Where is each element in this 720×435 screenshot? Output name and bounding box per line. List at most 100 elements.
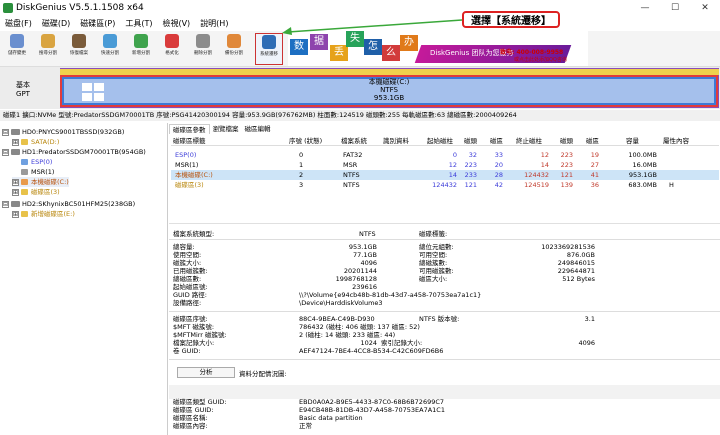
callout-label: 選擇【系統遷移】 [462, 11, 560, 28]
expand-icon[interactable]: ⊞ [12, 188, 19, 196]
detail-value: 1023369281536 [541, 243, 595, 251]
minimize-button[interactable]: — [630, 0, 660, 16]
disk-info-bar: 磁碟1 擴口:NVMe 型號:PredatorSSDGM70001TB 序號:P… [0, 110, 720, 121]
ntfs-version-label: NTFS 版本號: [419, 315, 460, 323]
expand-icon[interactable]: ⊞ [12, 178, 19, 186]
partition-guid-label: 磁碟區 GUID: [173, 406, 214, 414]
new-partition-icon [134, 34, 148, 48]
device-path-label: 設備路徑: [173, 299, 202, 307]
partition-attr-value: 正常 [299, 422, 312, 430]
table-row[interactable]: 磁碟區(3) 3 NTFS 124432 121 42 124519 139 3… [171, 180, 719, 190]
tree-disk-hd1[interactable]: ⊟ HD1:PredatorSSDGM70001TB(954GB) [2, 147, 146, 157]
menu-tools[interactable]: 工具(T) [120, 18, 157, 29]
type-guid-label: 磁碟區類型 GUID: [173, 398, 227, 406]
search-partition-button[interactable]: 搜尋分割 [34, 33, 62, 65]
collapse-icon[interactable]: ⊟ [2, 128, 9, 136]
partition-icon [21, 169, 28, 175]
menu-file[interactable]: 磁盘(F) [0, 18, 37, 29]
index-value: 4096 [578, 339, 595, 347]
frs-value: 1024 [360, 339, 377, 347]
system-migration-icon [262, 35, 276, 49]
partition-panel: 磁碟區參數 瀏覽檔案 磁區編輯 磁碟區標籤 序號 (狀態) 檔案系統 識別資料 … [169, 123, 720, 435]
expand-icon[interactable]: ⊞ [12, 210, 19, 218]
callout-arrow [282, 19, 463, 35]
tab-browse-files[interactable]: 瀏覽檔案 [210, 124, 242, 134]
partition-icon [21, 179, 28, 185]
banner-qq-link[interactable]: 或点击此处添加QQ咨询 [514, 56, 567, 63]
partition-name-label: 磁碟區名稱: [173, 414, 208, 422]
backup-partition-button[interactable]: 備份分割 [220, 33, 248, 65]
quick-partition-button[interactable]: 快速分割 [96, 33, 124, 65]
window-title: DiskGenius V5.5.1.1508 x64 [16, 3, 144, 13]
tree-disk-hd2[interactable]: ⊟ HD2:SKhynixBC501HFM25(238GB) [2, 199, 135, 209]
detail-label: 使用空間: [173, 251, 202, 259]
detail-value: 876.0GB [566, 251, 595, 259]
menu-disk[interactable]: 磁碟(D) [37, 18, 75, 29]
tab-bar: 磁碟區參數 瀏覽檔案 磁區編輯 [169, 124, 274, 134]
tree-partition-c[interactable]: ⊞ 本機磁碟(C:) [12, 177, 69, 187]
volume-label-label: 磁碟標籤: [419, 230, 448, 238]
new-partition-button[interactable]: 新增分割 [127, 33, 155, 65]
ad-banner[interactable]: 数 据 丢 失 怎 么 办 DiskGenius 团队为您服务 致电: 400-… [288, 31, 588, 66]
save-icon [10, 34, 24, 48]
partition-attr-label: 磁碟區內容: [173, 422, 208, 430]
mft-value: 786432 (磁柱: 406 磁頭: 137 磁區: 52) [299, 323, 420, 331]
expand-icon[interactable]: ⊞ [12, 138, 19, 146]
recover-file-button[interactable]: 恢復檔案 [65, 33, 93, 65]
partition-guid-value: E94CB48B-81DB-43D7-A458-70753EA7A1C1 [299, 406, 445, 414]
detail-label: 總容量: [173, 243, 195, 251]
delete-partition-button[interactable]: 刪除分割 [189, 33, 217, 65]
guid-path-label: GUID 路徑: [173, 291, 207, 299]
detail-label: 可用空間: [419, 251, 448, 259]
device-path-value: \Device\HarddiskVolume3 [299, 299, 383, 307]
table-row[interactable]: MSR(1) 1 MSR 12 223 20 14 223 27 16.0MB [171, 160, 719, 170]
backup-partition-icon [227, 34, 241, 48]
tree-partition-sata[interactable]: ⊞ SATA(D:) [12, 137, 59, 147]
ntfs-version-value: 3.1 [584, 315, 595, 323]
system-migration-button[interactable]: 系統遷移 [255, 33, 283, 65]
serial-label: 磁碟區序號: [173, 315, 208, 323]
save-changes-button[interactable]: 儲存變更 [3, 33, 31, 65]
tree-partition-e[interactable]: ⊞ 新增磁碟區(E:) [12, 209, 75, 219]
table-row[interactable]: ESP(0) 0 FAT32 0 32 33 12 223 19 100.0MB [171, 150, 719, 160]
disk-map: 基本 GPT 本機磁碟(C:) NTFS 953.1GB [0, 67, 720, 109]
banner-char: 怎 [364, 39, 382, 55]
detail-value: 77.1GB [353, 251, 377, 259]
tab-sector-edit[interactable]: 磁區編輯 [242, 124, 274, 134]
collapse-icon[interactable]: ⊟ [2, 200, 9, 208]
collapse-icon[interactable]: ⊟ [2, 148, 9, 156]
guid-path-value: \\?\Volume{e94cb48b-81db-43d7-a458-70753… [299, 291, 482, 299]
serial-value: 88C4-9BEA-C49B-D930 [299, 315, 375, 323]
analyze-button[interactable]: 分析 [177, 367, 235, 378]
banner-phone: 致电: 400-008-9958 [500, 49, 564, 56]
search-icon [41, 34, 55, 48]
delete-partition-icon [196, 34, 210, 48]
mft-label: $MFT 磁簇號: [173, 323, 215, 331]
detail-value: 249846015 [557, 259, 595, 267]
detail-value: 229644871 [557, 267, 595, 275]
disk-tree[interactable]: ⊟ HD0:PNYCS9001TBSSD(932GB) ⊞ SATA(D:) ⊟ HD… [0, 123, 168, 435]
close-button[interactable]: ✕ [690, 0, 720, 16]
tree-partition-3[interactable]: ⊞ 磁碟區(3) [12, 187, 60, 197]
partition-block-c[interactable]: 本機磁碟(C:) NTFS 953.1GB [60, 75, 718, 107]
tree-partition-msr[interactable]: MSR(1) [21, 167, 54, 177]
format-button[interactable]: 格式化 [158, 33, 186, 65]
menu-help[interactable]: 說明(H) [195, 18, 233, 29]
partition-icon [21, 139, 28, 145]
mftmirr-value: 2 (磁柱: 14 磁頭: 233 磁區: 44) [299, 331, 396, 339]
detail-label: 已用磁簇數: [173, 267, 208, 275]
menu-view[interactable]: 檢視(V) [157, 18, 195, 29]
detail-value: 512 Bytes [562, 275, 595, 283]
menu-partition[interactable]: 磁碟區(P) [75, 18, 120, 29]
maximize-button[interactable]: ☐ [660, 0, 690, 16]
detail-value: 20201144 [343, 267, 377, 275]
tab-partition-params[interactable]: 磁碟區參數 [169, 124, 210, 134]
allocation-map-area [169, 385, 720, 399]
tree-partition-esp[interactable]: ESP(0) [21, 157, 52, 167]
tree-disk-hd0[interactable]: ⊟ HD0:PNYCS9001TBSSD(932GB) [2, 127, 124, 137]
table-row-selected[interactable]: 本機磁碟(C:) 2 NTFS 14 233 28 124432 121 41 … [171, 170, 719, 180]
detail-label: 磁區大小: [419, 275, 448, 283]
disk-partition-style: GPT [16, 90, 30, 98]
partition-name-value: Basic data partition [299, 414, 363, 422]
frs-label: 檔案記錄大小: [173, 339, 215, 347]
